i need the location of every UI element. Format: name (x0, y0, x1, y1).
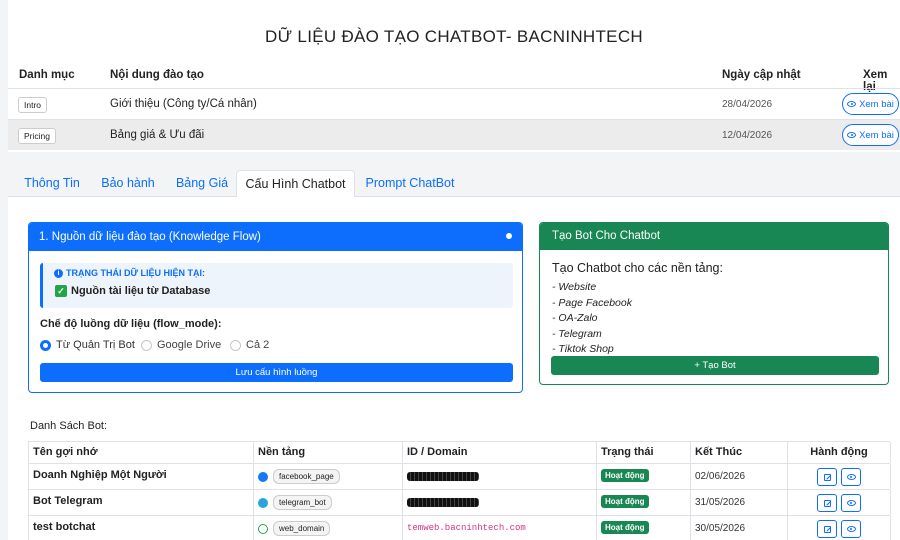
view-article-button[interactable]: Xem bài (842, 124, 899, 146)
radio-checked-icon (40, 339, 51, 351)
training-data-card: DỮ LIỆU ĐÀO TẠO CHATBOT- BACNINHTECH Dan… (8, 0, 900, 152)
globe-icon (258, 523, 268, 534)
knowledge-flow-card: 1. Nguồn dữ liệu đào tạo (Knowledge Flow… (28, 222, 523, 393)
create-bot-intro: Tạo Chatbot cho các nền tảng: (552, 261, 723, 275)
view-article-button[interactable]: Xem bài (842, 93, 899, 115)
edit-icon (823, 499, 831, 507)
radio-unchecked-icon (141, 339, 152, 351)
training-content: Bảng giá & Ưu đãi (110, 129, 205, 141)
header-category: Danh mục (19, 69, 75, 81)
bot-table-header: Tên gợi nhớ Nền tảng ID / Domain Trạng t… (29, 442, 891, 464)
header-actions: Hành động (788, 442, 891, 463)
edit-icon (823, 473, 831, 481)
edit-bot-button[interactable] (817, 520, 837, 538)
table-row: Bot Telegram telegram_bot Hoạt động 31/0… (29, 490, 891, 516)
update-date: 12/04/2026 (722, 130, 773, 141)
header-end: Kết Thúc (691, 442, 788, 463)
telegram-icon (258, 497, 268, 508)
tab-info[interactable]: Thông Tin (16, 170, 88, 197)
radio-both[interactable]: Cả 2 (230, 339, 269, 351)
header-id-domain: ID / Domain (403, 442, 597, 463)
bot-name: test botchat (29, 516, 254, 540)
bot-domain: temweb.bacninhtech.com (407, 523, 526, 533)
page-title: DỮ LIỆU ĐÀO TẠO CHATBOT- BACNINHTECH (265, 27, 643, 46)
radio-unchecked-icon (230, 339, 241, 351)
create-bot-header: Tạo Bot Cho Chatbot (540, 223, 888, 250)
data-status-box: i TRẠNG THÁI DỮ LIỆU HIỆN TẠI: ✓ Nguồn tài… (40, 263, 513, 308)
view-bot-button[interactable] (841, 520, 861, 538)
table-row: Doanh Nghiệp Một Người facebook_page Hoạ… (29, 464, 891, 490)
bot-name: Doanh Nghiệp Một Người (29, 464, 254, 489)
header-status: Trạng thái (597, 442, 691, 463)
bot-name: Bot Telegram (29, 490, 254, 515)
radio-admin-bot[interactable]: Từ Quản Trị Bot (40, 339, 135, 351)
platform-tag: facebook_page (273, 469, 340, 484)
eye-icon (846, 500, 856, 506)
platform-list: - Website - Page Facebook - OA-Zalo - Te… (552, 281, 632, 359)
edit-icon (823, 525, 831, 533)
platform-item: - OA-Zalo (552, 312, 598, 324)
view-bot-button[interactable] (841, 494, 861, 512)
platform-tag: web_domain (273, 521, 331, 536)
table-row: Intro Giới thiệu (Công ty/Cá nhân) 28/04… (8, 88, 900, 119)
end-date: 31/05/2026 (695, 497, 746, 508)
create-bot-button[interactable]: + Tạo Bot (551, 356, 879, 375)
end-date: 30/05/2026 (695, 523, 746, 534)
knowledge-flow-header: 1. Nguồn dữ liệu đào tạo (Knowledge Flow… (29, 223, 522, 251)
training-content: Giới thiệu (Công ty/Cá nhân) (110, 98, 257, 110)
category-badge: Pricing (18, 128, 56, 144)
redacted-id (407, 472, 479, 481)
platform-tag: telegram_bot (273, 495, 332, 510)
eye-icon (846, 474, 856, 480)
update-date: 28/04/2026 (722, 99, 773, 110)
status-badge: Hoạt động (601, 521, 649, 534)
status-value: ✓ Nguồn tài liệu từ Database (55, 285, 210, 297)
tab-prompt-chatbot[interactable]: Prompt ChatBot (358, 170, 462, 197)
check-icon: ✓ (55, 285, 67, 297)
status-dot-icon (506, 233, 512, 239)
platform-item: - Telegram (552, 327, 602, 340)
create-bot-card: Tạo Bot Cho Chatbot Tạo Chatbot cho các … (539, 222, 889, 385)
status-badge: Hoạt động (601, 495, 649, 508)
edit-bot-button[interactable] (817, 468, 837, 486)
flow-mode-label: Chế độ luồng dữ liệu (flow_mode): (40, 318, 222, 330)
header-date: Ngày cập nhật (722, 69, 801, 81)
training-table-header: Danh mục Nội dung đào tạo Ngày cập nhật … (8, 62, 900, 93)
status-badge: Hoạt động (601, 469, 649, 482)
table-row: Pricing Bảng giá & Ưu đãi 12/04/2026 Xem… (8, 119, 900, 150)
bot-list-title: Danh Sách Bot: (30, 420, 108, 432)
bot-list-table: Tên gợi nhớ Nền tảng ID / Domain Trạng t… (28, 441, 891, 540)
tab-chatbot-config[interactable]: Cấu Hình Chatbot (236, 170, 355, 198)
tab-content: 1. Nguồn dữ liệu đào tạo (Knowledge Flow… (8, 197, 900, 540)
eye-icon (846, 526, 856, 532)
end-date: 02/06/2026 (695, 471, 746, 482)
status-title: i TRẠNG THÁI DỮ LIỆU HIỆN TẠI: (54, 268, 205, 278)
radio-google-drive[interactable]: Google Drive (141, 339, 221, 351)
tab-bar: Thông Tin Bảo hành Bảng Giá Cấu Hình Cha… (8, 170, 900, 198)
table-row: test botchat web_domain temweb.bacninhte… (29, 516, 891, 540)
platform-item: - Website (552, 281, 597, 293)
eye-icon (847, 101, 857, 107)
view-bot-button[interactable] (841, 468, 861, 486)
platform-item: - Page Facebook (552, 296, 632, 309)
info-icon: i (54, 268, 63, 278)
save-flow-config-button[interactable]: Lưu cấu hình luồng (40, 363, 513, 382)
tab-warranty[interactable]: Bảo hành (94, 170, 162, 197)
category-badge: Intro (18, 97, 48, 113)
edit-bot-button[interactable] (817, 494, 837, 512)
facebook-icon (258, 471, 268, 482)
header-platform: Nền tảng (254, 442, 403, 463)
tab-pricing[interactable]: Bảng Giá (168, 170, 236, 197)
header-name: Tên gợi nhớ (29, 442, 254, 463)
eye-icon (847, 132, 857, 138)
redacted-id (407, 498, 479, 507)
header-content: Nội dung đào tạo (110, 69, 204, 81)
